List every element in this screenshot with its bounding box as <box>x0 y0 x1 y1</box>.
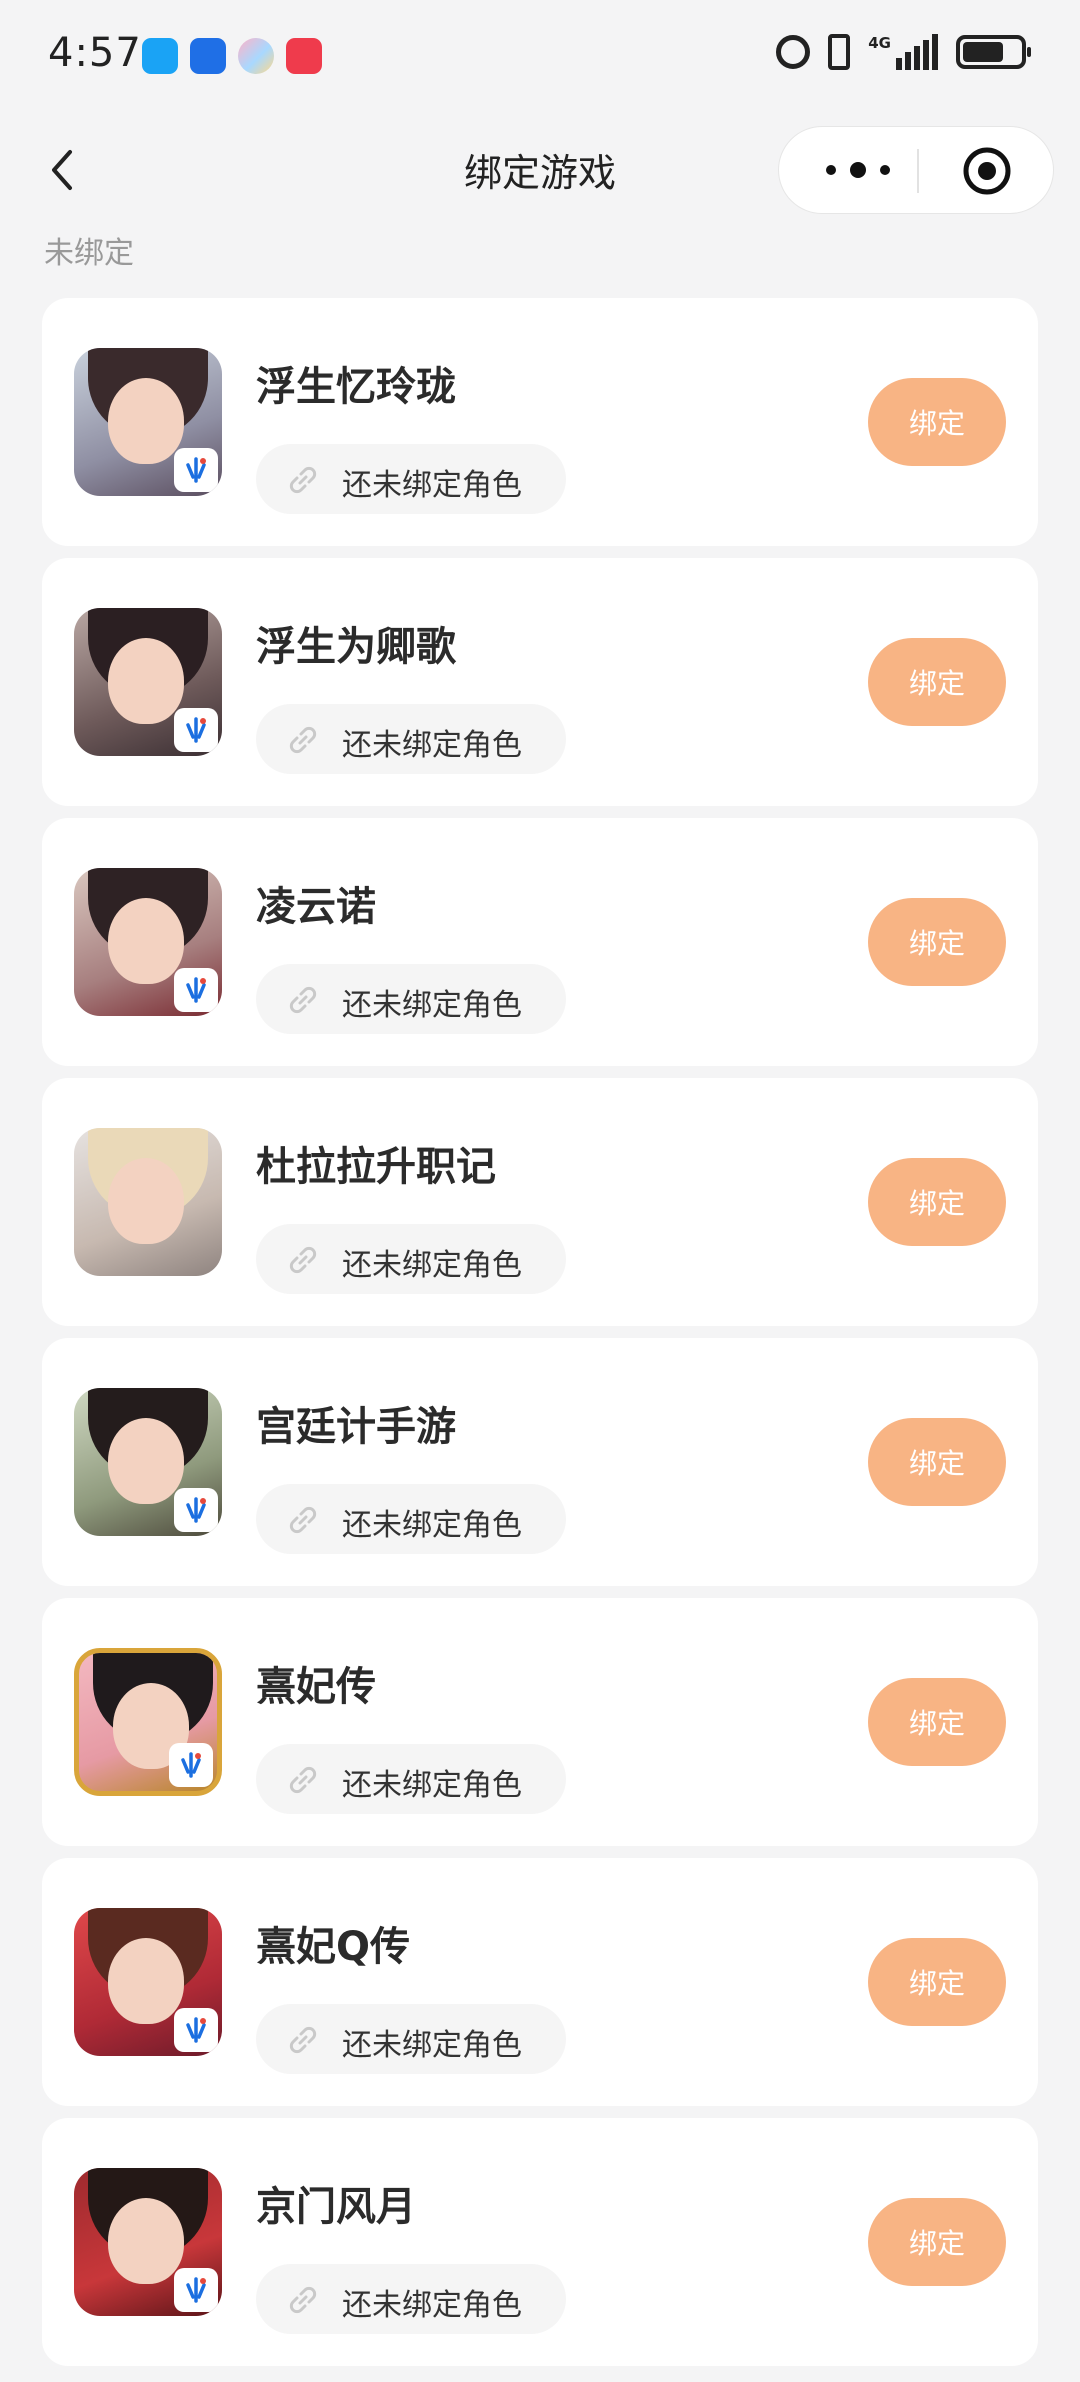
nav-bar: 绑定游戏 <box>0 120 1080 220</box>
game-icon <box>74 348 222 496</box>
more-button[interactable] <box>813 157 903 183</box>
bind-status-pill: 还未绑定角色 <box>256 704 566 774</box>
link-icon <box>289 2286 317 2314</box>
link-icon <box>289 466 317 494</box>
publisher-logo-icon <box>174 968 218 1012</box>
game-card: 熹妃Q传 还未绑定角色 绑定 <box>42 1858 1038 2106</box>
bind-status-pill: 还未绑定角色 <box>256 2264 566 2334</box>
game-card: 京门风月 还未绑定角色 绑定 <box>42 2118 1038 2366</box>
bind-button[interactable]: 绑定 <box>868 898 1006 986</box>
bind-status-pill: 还未绑定角色 <box>256 1744 566 1814</box>
game-name: 京门风月 <box>256 2184 416 2230</box>
bind-button[interactable]: 绑定 <box>868 378 1006 466</box>
bind-status-pill: 还未绑定角色 <box>256 1224 566 1294</box>
message-app-icon <box>142 38 178 74</box>
game-icon <box>74 868 222 1016</box>
link-icon <box>289 1766 317 1794</box>
publisher-logo-icon <box>174 1488 218 1532</box>
bind-button[interactable]: 绑定 <box>868 638 1006 726</box>
game-icon <box>74 1128 222 1276</box>
bind-button[interactable]: 绑定 <box>868 1158 1006 1246</box>
network-type: 4G <box>868 34 891 52</box>
game-list: 浮生忆玲珑 还未绑定角色 绑定 浮生为卿歌 还未绑定角色 绑定 凌云诺 还未绑定… <box>42 298 1038 2378</box>
game-card: 凌云诺 还未绑定角色 绑定 <box>42 818 1038 1066</box>
bind-button[interactable]: 绑定 <box>868 2198 1006 2286</box>
publisher-logo-icon <box>174 2268 218 2312</box>
link-icon <box>289 986 317 1014</box>
system-icons: 4G <box>776 34 1031 70</box>
game-card: 宫廷计手游 还未绑定角色 绑定 <box>42 1338 1038 1586</box>
game-icon <box>74 1388 222 1536</box>
bind-button[interactable]: 绑定 <box>868 1938 1006 2026</box>
browser-app-icon <box>190 38 226 74</box>
status-time: 4:57 <box>48 30 142 76</box>
bind-status-text: 还未绑定角色 <box>342 1248 522 1283</box>
section-label-unbound: 未绑定 <box>44 236 134 271</box>
target-icon <box>963 147 1011 195</box>
game-card: 杜拉拉升职记 还未绑定角色 绑定 <box>42 1078 1038 1326</box>
bind-status-text: 还未绑定角色 <box>342 2028 522 2063</box>
bind-status-pill: 还未绑定角色 <box>256 1484 566 1554</box>
publisher-logo-icon <box>174 2008 218 2052</box>
bind-status-pill: 还未绑定角色 <box>256 964 566 1034</box>
game-name: 凌云诺 <box>256 884 376 930</box>
close-miniprogram-button[interactable] <box>961 145 1013 197</box>
bind-status-text: 还未绑定角色 <box>342 1508 522 1543</box>
battery-icon <box>956 35 1031 69</box>
bind-button[interactable]: 绑定 <box>868 1678 1006 1766</box>
game-icon <box>74 1908 222 2056</box>
publisher-logo-icon <box>169 1743 213 1787</box>
game-name: 浮生为卿歌 <box>256 624 456 670</box>
game-name: 熹妃传 <box>256 1664 376 1710</box>
game-card: 浮生忆玲珑 还未绑定角色 绑定 <box>42 298 1038 546</box>
miniprogram-capsule <box>778 126 1054 214</box>
game-icon <box>74 608 222 756</box>
game-icon <box>74 1648 222 1796</box>
game-name: 杜拉拉升职记 <box>256 1144 496 1190</box>
bind-button[interactable]: 绑定 <box>868 1418 1006 1506</box>
game-name: 浮生忆玲珑 <box>256 364 456 410</box>
link-icon <box>289 1246 317 1274</box>
bind-status-pill: 还未绑定角色 <box>256 2004 566 2074</box>
vibrate-icon <box>828 34 851 70</box>
notification-icons <box>142 38 322 74</box>
game-card: 浮生为卿歌 还未绑定角色 绑定 <box>42 558 1038 806</box>
link-icon <box>289 726 317 754</box>
link-icon <box>289 1506 317 1534</box>
gallery-app-icon <box>238 38 274 74</box>
bind-status-pill: 还未绑定角色 <box>256 444 566 514</box>
bind-status-text: 还未绑定角色 <box>342 1768 522 1803</box>
bind-status-text: 还未绑定角色 <box>342 2288 522 2323</box>
game-icon <box>74 2168 222 2316</box>
game-name: 熹妃Q传 <box>256 1924 411 1970</box>
capsule-divider <box>917 149 919 193</box>
red-app-icon <box>286 38 322 74</box>
bind-status-text: 还未绑定角色 <box>342 988 522 1023</box>
status-bar: 4:57 4G <box>0 0 1080 110</box>
publisher-logo-icon <box>174 448 218 492</box>
bind-status-text: 还未绑定角色 <box>342 728 522 763</box>
link-icon <box>289 2026 317 2054</box>
game-name: 宫廷计手游 <box>256 1404 456 1450</box>
signal-icon: 4G <box>868 34 938 70</box>
game-card: 熹妃传 还未绑定角色 绑定 <box>42 1598 1038 1846</box>
alarm-icon <box>776 35 811 69</box>
more-dots-icon <box>826 162 890 178</box>
publisher-logo-icon <box>174 708 218 752</box>
bind-status-text: 还未绑定角色 <box>342 468 522 503</box>
